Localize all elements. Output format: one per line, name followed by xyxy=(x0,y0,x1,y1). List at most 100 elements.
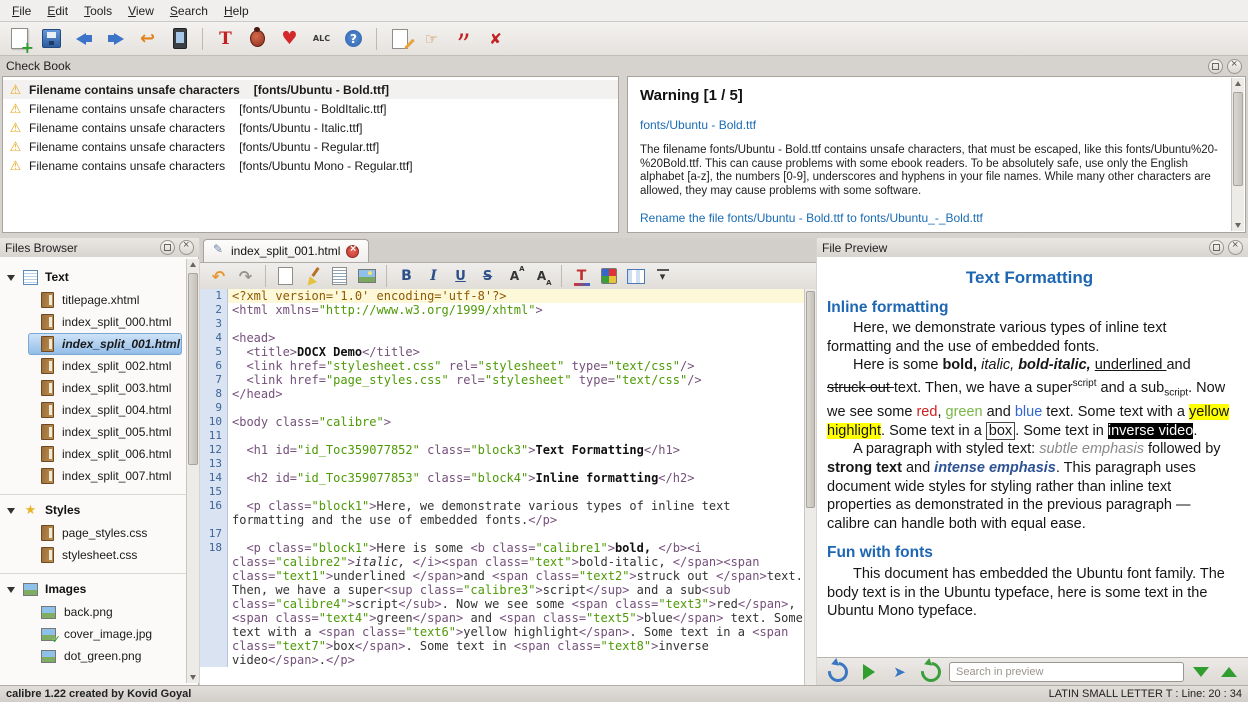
check-book-item[interactable]: ⚠Filename contains unsafe characters[fon… xyxy=(3,80,618,99)
file-item[interactable]: index_split_000.html xyxy=(28,311,182,333)
editor-scrollbar[interactable] xyxy=(804,289,816,685)
insert-table-button[interactable] xyxy=(623,265,648,287)
float-panel-button[interactable] xyxy=(1208,59,1223,74)
code-editor[interactable]: 1<?xml version='1.0' encoding='utf-8'?>2… xyxy=(200,289,804,685)
close-panel-button[interactable] xyxy=(1228,240,1243,255)
editor-undo-button[interactable]: ↶ xyxy=(206,265,231,287)
preview-search-input[interactable] xyxy=(949,662,1184,682)
code-line[interactable]: 18 <p class="block1">Here is some <b cla… xyxy=(200,541,804,667)
editor-redo-button[interactable]: ↷ xyxy=(233,265,258,287)
close-panel-button[interactable] xyxy=(1227,59,1242,74)
find-next-button[interactable] xyxy=(1190,662,1212,682)
fix-html-button[interactable] xyxy=(300,265,325,287)
pretty-print-button[interactable] xyxy=(327,265,352,287)
insert-font-button[interactable]: T xyxy=(569,265,594,287)
code-line[interactable]: 15 xyxy=(200,485,804,499)
color-button[interactable] xyxy=(596,265,621,287)
revert-button[interactable]: ↩ xyxy=(133,25,162,53)
edit-toc-button[interactable] xyxy=(385,25,414,53)
remove-unused-css-button[interactable]: ✘ xyxy=(481,25,510,53)
code-line[interactable]: 2<html xmlns="http://www.w3.org/1999/xht… xyxy=(200,303,804,317)
file-item[interactable]: index_split_004.html xyxy=(28,399,182,421)
smarten-punctuation-button[interactable]: ” xyxy=(449,25,478,53)
menu-view[interactable]: View xyxy=(120,2,162,20)
menu-help[interactable]: Help xyxy=(216,2,257,20)
code-line[interactable]: 4<head> xyxy=(200,331,804,345)
auto-reload-button[interactable] xyxy=(825,661,850,683)
manage-fonts-button[interactable]: T xyxy=(211,25,240,53)
strikethrough-button[interactable]: S xyxy=(475,265,500,287)
warning-file-link[interactable]: fonts/Ubuntu - Bold.ttf xyxy=(640,118,756,132)
scroll-up-arrow[interactable] xyxy=(1232,78,1244,90)
code-line[interactable]: 11 xyxy=(200,429,804,443)
section-header-images[interactable]: Images xyxy=(0,577,198,601)
code-line[interactable]: 6 <link href="stylesheet.css" rel="style… xyxy=(200,359,804,373)
section-header-text[interactable]: Text xyxy=(0,265,198,289)
code-line[interactable]: 7 <link href="page_styles.css" rel="styl… xyxy=(200,373,804,387)
help-button[interactable]: ? xyxy=(339,25,368,53)
code-line[interactable]: 16 <p class="block1">Here, we demonstrat… xyxy=(200,499,804,527)
file-item[interactable]: titlepage.xhtml xyxy=(28,289,182,311)
file-item[interactable]: stylesheet.css xyxy=(28,544,182,566)
scroll-down-arrow[interactable] xyxy=(187,671,199,683)
float-panel-button[interactable] xyxy=(160,240,175,255)
menu-search[interactable]: Search xyxy=(162,2,216,20)
code-line[interactable]: 13 xyxy=(200,457,804,471)
code-line[interactable]: 12 <h1 id="id_Toc359077852" class="block… xyxy=(200,443,804,457)
find-previous-button[interactable] xyxy=(1218,662,1240,682)
file-item[interactable]: index_split_006.html xyxy=(28,443,182,465)
expander-icon[interactable] xyxy=(7,506,16,515)
code-line[interactable]: 14 <h2 id="id_Toc359077853" class="block… xyxy=(200,471,804,485)
files-scrollbar[interactable] xyxy=(186,259,199,683)
code-line[interactable]: 3 xyxy=(200,317,804,331)
file-item[interactable]: index_split_002.html xyxy=(28,355,182,377)
editor-tab[interactable]: index_split_001.html xyxy=(203,239,369,262)
float-panel-button[interactable] xyxy=(1209,240,1224,255)
scrollbar-thumb[interactable] xyxy=(1233,92,1243,186)
insert-special-button[interactable]: ☞ xyxy=(417,25,446,53)
code-line[interactable]: 1<?xml version='1.0' encoding='utf-8'?> xyxy=(200,289,804,303)
menu-tools[interactable]: Tools xyxy=(76,2,120,20)
code-line[interactable]: 10<body class="calibre"> xyxy=(200,415,804,429)
undo-button[interactable] xyxy=(69,25,98,53)
check-book-item[interactable]: ⚠Filename contains unsafe characters[fon… xyxy=(3,137,618,156)
menu-file[interactable]: File xyxy=(4,2,39,20)
file-item[interactable]: page_styles.css xyxy=(28,522,182,544)
check-book-item[interactable]: ⚠Filename contains unsafe characters[fon… xyxy=(3,156,618,175)
underline-button[interactable]: U xyxy=(448,265,473,287)
scroll-down-arrow[interactable] xyxy=(1232,219,1244,231)
expander-icon[interactable] xyxy=(7,273,16,282)
code-line[interactable]: 17 xyxy=(200,527,804,541)
subscript-button[interactable]: A xyxy=(529,265,554,287)
insert-image-button[interactable] xyxy=(354,265,379,287)
section-header-styles[interactable]: ★Styles xyxy=(0,498,198,522)
close-panel-button[interactable] xyxy=(179,240,194,255)
spell-check-button[interactable]: ALC xyxy=(307,25,336,53)
file-item[interactable]: cover_image.jpg xyxy=(28,623,182,645)
save-book-button[interactable] xyxy=(37,25,66,53)
code-line[interactable]: 9 xyxy=(200,401,804,415)
redo-button[interactable] xyxy=(101,25,130,53)
tab-close-button[interactable] xyxy=(346,245,359,258)
check-book-item[interactable]: ⚠Filename contains unsafe characters[fon… xyxy=(3,118,618,137)
bold-button[interactable]: B xyxy=(394,265,419,287)
expander-icon[interactable] xyxy=(7,585,16,594)
warning-rename-link[interactable]: Rename the file fonts/Ubuntu - Bold.ttf … xyxy=(640,211,983,225)
warning-scrollbar[interactable] xyxy=(1231,78,1244,231)
editor-more-button[interactable]: ▾ xyxy=(650,265,675,287)
code-line[interactable]: 5 <title>DOCX Demo</title> xyxy=(200,345,804,359)
menu-edit[interactable]: Edit xyxy=(39,2,76,20)
file-item[interactable]: index_split_003.html xyxy=(28,377,182,399)
scrollbar-thumb[interactable] xyxy=(806,291,815,508)
file-item[interactable]: index_split_005.html xyxy=(28,421,182,443)
run-preview-button[interactable] xyxy=(856,661,881,683)
scroll-up-arrow[interactable] xyxy=(187,259,199,271)
scrollbar-thumb[interactable] xyxy=(188,273,198,465)
refresh-preview-button[interactable] xyxy=(918,661,943,683)
file-item[interactable]: index_split_007.html xyxy=(28,465,182,487)
file-item[interactable]: back.png xyxy=(28,601,182,623)
check-book-button[interactable] xyxy=(243,25,272,53)
new-file-button[interactable] xyxy=(5,25,34,53)
code-line[interactable]: 8</head> xyxy=(200,387,804,401)
superscript-button[interactable]: A xyxy=(502,265,527,287)
